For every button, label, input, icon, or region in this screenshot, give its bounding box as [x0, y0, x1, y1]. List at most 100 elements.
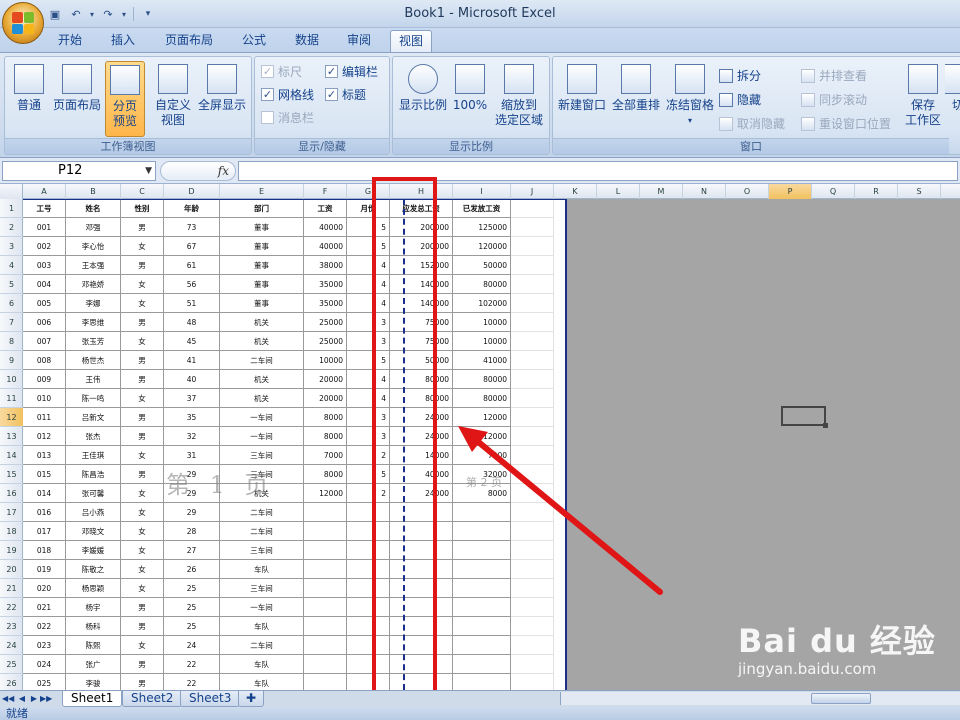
- table-cell[interactable]: [304, 617, 347, 636]
- table-cell[interactable]: 017: [23, 522, 66, 541]
- prev-sheet-icon[interactable]: ◀: [16, 692, 28, 706]
- empty-cell[interactable]: [511, 275, 554, 294]
- table-cell[interactable]: 25: [164, 617, 220, 636]
- table-cell[interactable]: 007: [23, 332, 66, 351]
- split-button[interactable]: 拆分: [719, 67, 761, 84]
- table-cell[interactable]: 杨思颖: [66, 579, 121, 598]
- row-header-20[interactable]: 20: [0, 560, 23, 579]
- table-cell[interactable]: 三车间: [220, 579, 304, 598]
- table-cell[interactable]: 车队: [220, 560, 304, 579]
- table-cell[interactable]: [304, 655, 347, 674]
- table-cell[interactable]: 女: [121, 503, 164, 522]
- empty-cell[interactable]: [511, 522, 554, 541]
- table-cell[interactable]: 8000: [304, 427, 347, 446]
- table-cell[interactable]: 李骏: [66, 674, 121, 690]
- table-cell[interactable]: 25000: [304, 332, 347, 351]
- table-cell[interactable]: 陈昌浩: [66, 465, 121, 484]
- table-cell[interactable]: 邓强: [66, 218, 121, 237]
- row-header-1[interactable]: 1: [0, 199, 23, 218]
- row-header-18[interactable]: 18: [0, 522, 23, 541]
- table-cell[interactable]: 73: [164, 218, 220, 237]
- empty-cell[interactable]: [511, 484, 554, 503]
- column-header-m[interactable]: M: [640, 184, 683, 199]
- empty-cell[interactable]: [511, 218, 554, 237]
- row-header-22[interactable]: 22: [0, 598, 23, 617]
- table-cell[interactable]: 女: [121, 332, 164, 351]
- table-cell[interactable]: [453, 617, 511, 636]
- reset-window-position-button[interactable]: 重设窗口位置: [801, 115, 891, 132]
- table-cell[interactable]: 男: [121, 370, 164, 389]
- select-all-corner[interactable]: [0, 184, 23, 199]
- table-cell[interactable]: 女: [121, 636, 164, 655]
- table-cell[interactable]: 41: [164, 351, 220, 370]
- table-cell[interactable]: 001: [23, 218, 66, 237]
- empty-cell[interactable]: [511, 313, 554, 332]
- table-cell[interactable]: 8000: [304, 465, 347, 484]
- table-header-cell[interactable]: 年龄: [164, 199, 220, 218]
- table-cell[interactable]: 男: [121, 427, 164, 446]
- row-header-10[interactable]: 10: [0, 370, 23, 389]
- table-cell[interactable]: 012: [23, 427, 66, 446]
- table-cell[interactable]: 男: [121, 465, 164, 484]
- column-header-e[interactable]: E: [220, 184, 304, 199]
- table-cell[interactable]: 女: [121, 237, 164, 256]
- sheet-tab-sheet2[interactable]: Sheet2: [122, 691, 183, 707]
- table-cell[interactable]: 008: [23, 351, 66, 370]
- table-cell[interactable]: 35: [164, 408, 220, 427]
- table-cell[interactable]: 003: [23, 256, 66, 275]
- full-screen-button[interactable]: 全屏显示: [195, 61, 249, 137]
- table-cell[interactable]: 董事: [220, 256, 304, 275]
- table-cell[interactable]: 女: [121, 579, 164, 598]
- table-cell[interactable]: 31: [164, 446, 220, 465]
- table-cell[interactable]: 27: [164, 541, 220, 560]
- name-box-dropdown-icon[interactable]: ▼: [145, 162, 152, 180]
- row-header-26[interactable]: 26: [0, 674, 23, 690]
- empty-cell[interactable]: [511, 674, 554, 690]
- table-cell[interactable]: 8000: [304, 408, 347, 427]
- table-cell[interactable]: 80000: [453, 389, 511, 408]
- table-cell[interactable]: 机关: [220, 313, 304, 332]
- empty-cell[interactable]: [511, 579, 554, 598]
- cell-grid[interactable]: 工号 姓名 性别 年龄 部门 工资 月份 应发总工资 已发放工资 001 邓强男 73 董事 40000 5…: [23, 199, 567, 690]
- table-cell[interactable]: 男: [121, 351, 164, 370]
- table-cell[interactable]: [453, 560, 511, 579]
- row-header-8[interactable]: 8: [0, 332, 23, 351]
- table-cell[interactable]: [304, 636, 347, 655]
- formula-input[interactable]: [238, 161, 958, 181]
- table-cell[interactable]: 10000: [453, 313, 511, 332]
- row-header-24[interactable]: 24: [0, 636, 23, 655]
- table-cell[interactable]: 35000: [304, 275, 347, 294]
- table-cell[interactable]: [453, 579, 511, 598]
- table-cell[interactable]: 机关: [220, 389, 304, 408]
- table-cell[interactable]: 车队: [220, 655, 304, 674]
- table-cell[interactable]: 男: [121, 218, 164, 237]
- unhide-button[interactable]: 取消隐藏: [719, 115, 785, 132]
- row-header-2[interactable]: 2: [0, 218, 23, 237]
- table-cell[interactable]: 陈敬之: [66, 560, 121, 579]
- table-cell[interactable]: 021: [23, 598, 66, 617]
- empty-cell[interactable]: [511, 465, 554, 484]
- table-cell[interactable]: [304, 522, 347, 541]
- table-cell[interactable]: 李媛媛: [66, 541, 121, 560]
- table-cell[interactable]: 26: [164, 560, 220, 579]
- table-cell[interactable]: 车队: [220, 617, 304, 636]
- table-cell[interactable]: 10000: [304, 351, 347, 370]
- sync-scroll-button[interactable]: 同步滚动: [801, 91, 867, 108]
- table-cell[interactable]: 三车间: [220, 541, 304, 560]
- table-cell[interactable]: 006: [23, 313, 66, 332]
- table-cell[interactable]: 20000: [304, 370, 347, 389]
- table-cell[interactable]: 男: [121, 408, 164, 427]
- name-box[interactable]: P12 ▼: [2, 161, 156, 181]
- table-cell[interactable]: 023: [23, 636, 66, 655]
- table-cell[interactable]: 011: [23, 408, 66, 427]
- table-cell[interactable]: 40: [164, 370, 220, 389]
- zoom-100-button[interactable]: 100%: [453, 61, 487, 137]
- custom-views-button[interactable]: 自定义 视图: [151, 61, 195, 137]
- empty-cell[interactable]: [511, 636, 554, 655]
- table-cell[interactable]: 010: [23, 389, 66, 408]
- next-sheet-icon[interactable]: ▶: [28, 692, 40, 706]
- row-header-17[interactable]: 17: [0, 503, 23, 522]
- table-cell[interactable]: 三车间: [220, 446, 304, 465]
- zoom-button[interactable]: 显示比例: [397, 61, 449, 137]
- table-cell[interactable]: 李娜: [66, 294, 121, 313]
